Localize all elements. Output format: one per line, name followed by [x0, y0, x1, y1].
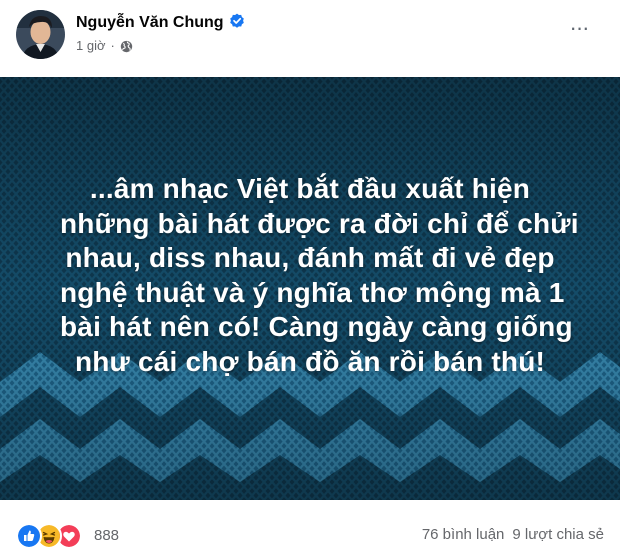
- quote-line: nhau, diss nhau, đánh mất đi vẻ đẹp: [65, 242, 555, 273]
- like-icon: [16, 523, 42, 549]
- more-options-button[interactable]: ···: [565, 15, 593, 46]
- quote-line: nghệ thuật và ý nghĩa thơ mộng mà 1: [60, 276, 565, 308]
- post-footer: 888 76 bình luận 9 lượt chia sẻ: [0, 513, 620, 557]
- post-image[interactable]: ...âm nhạc Việt bắt đầu xuất hiện những …: [0, 77, 620, 500]
- reaction-count[interactable]: 888: [94, 527, 119, 544]
- quote-line: bài hát nên có! Càng ngày càng giống: [60, 311, 573, 342]
- more-options-icon: ···: [569, 15, 590, 40]
- author-avatar[interactable]: [16, 10, 65, 59]
- verified-badge-icon: [229, 13, 244, 28]
- quote-text: ...âm nhạc Việt bắt đầu xuất hiện những …: [60, 172, 579, 379]
- quote-line: ...âm nhạc Việt bắt đầu xuất hiện: [89, 173, 531, 204]
- post-meta: 1 giờ ·: [76, 38, 133, 53]
- meta-separator: ·: [110, 38, 115, 53]
- quote-line: như cái chợ bán đồ ăn rồi bán thú!: [74, 345, 546, 377]
- share-count-link[interactable]: 9 lượt chia sẻ: [512, 526, 604, 543]
- quote-line: những bài hát được ra đời chỉ để chửi: [60, 207, 579, 239]
- post-header: Nguyễn Văn Chung 1 giờ · ···: [0, 0, 620, 76]
- post-time[interactable]: 1 giờ: [76, 38, 106, 53]
- public-globe-icon: [120, 40, 133, 53]
- author-name[interactable]: Nguyễn Văn Chung: [76, 14, 224, 31]
- comment-count-link[interactable]: 76 bình luận: [422, 526, 505, 543]
- engagement-stats: 76 bình luận 9 lượt chia sẻ: [414, 526, 604, 543]
- author-name-row[interactable]: Nguyễn Văn Chung: [76, 13, 245, 32]
